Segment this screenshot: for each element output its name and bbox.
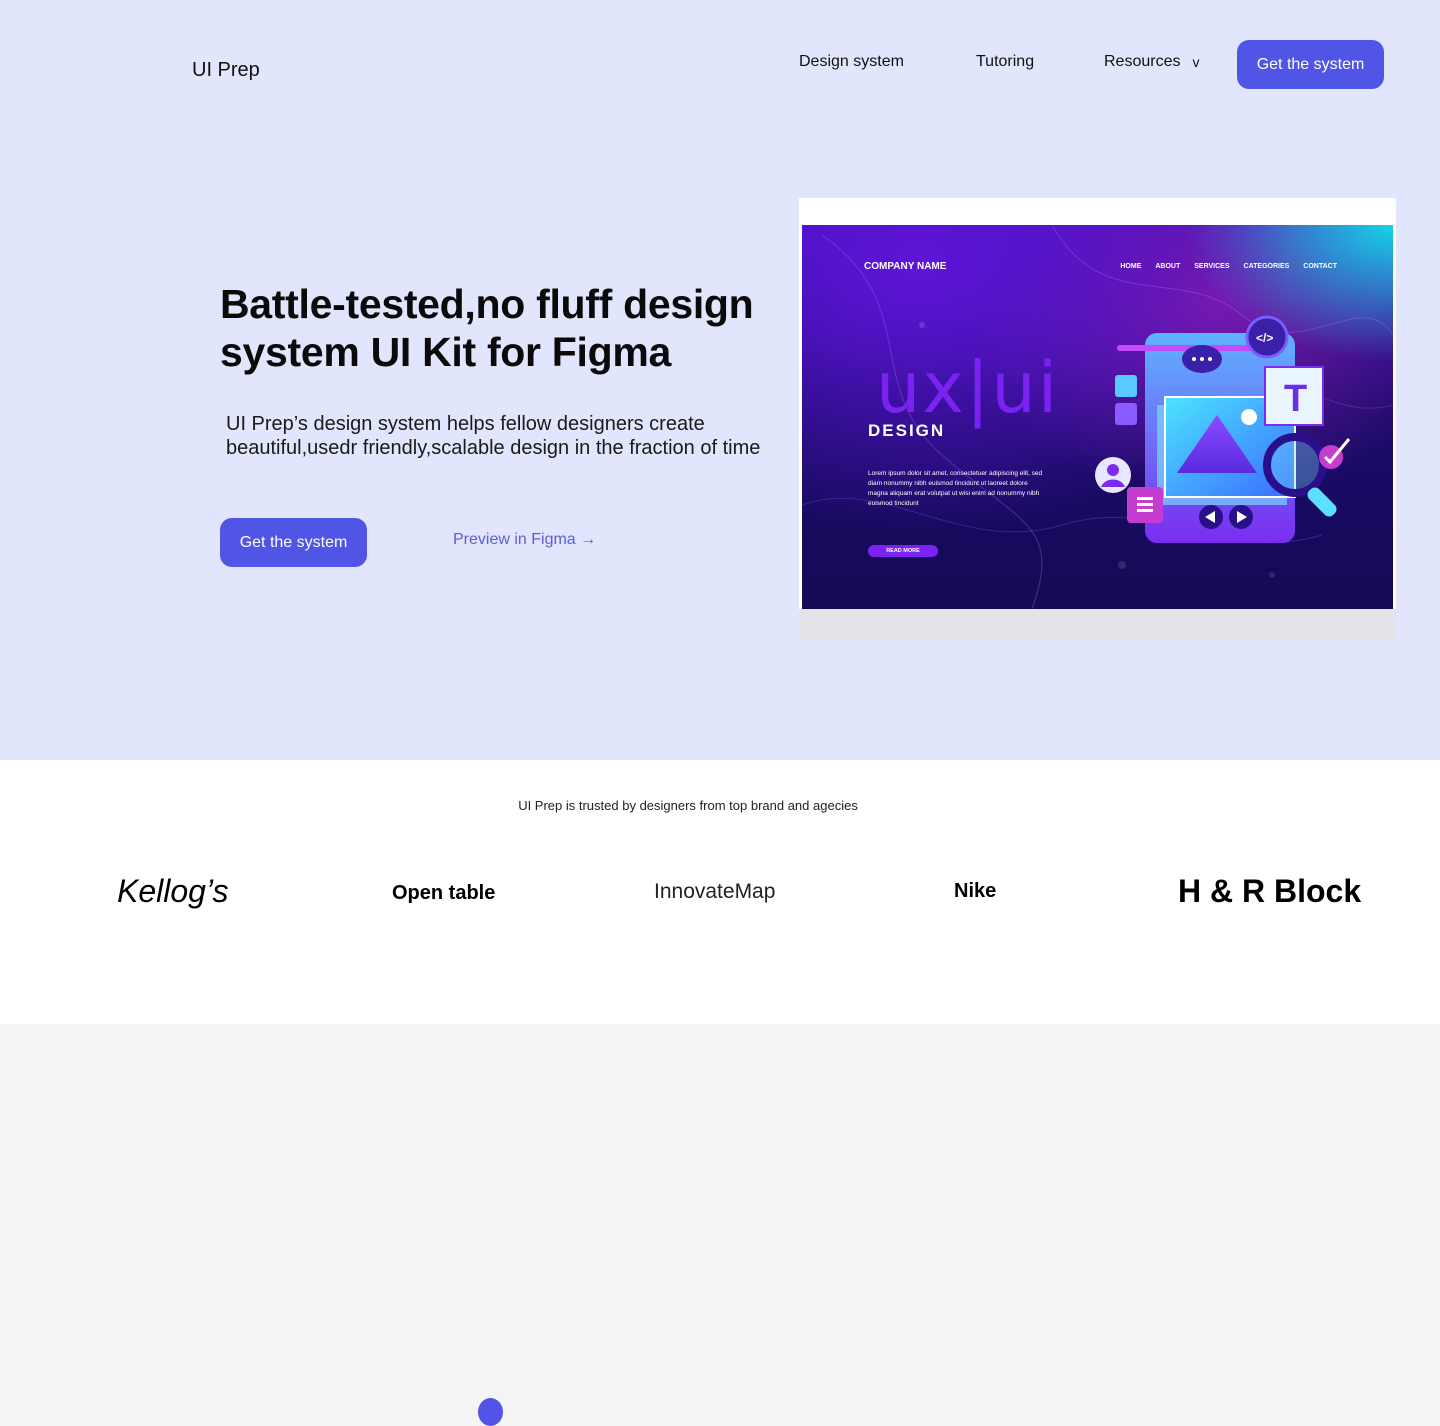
hero-section: UI Prep Design system Tutoring Resources… — [0, 0, 1440, 760]
mockup-shadow — [799, 609, 1396, 639]
mockup-nav-contact: CONTACT — [1303, 263, 1337, 270]
mockup-nav-services: SERVICES — [1194, 263, 1230, 270]
brand-logo-nike: Nike — [954, 880, 997, 902]
scroll-indicator-dot[interactable] — [478, 1398, 503, 1426]
site-logo[interactable]: UI Prep — [192, 59, 260, 82]
chevron-down-icon: v — [1192, 54, 1200, 70]
nav-resources-label: Resources — [1104, 53, 1181, 70]
brand-logo-opentable: Open table — [392, 882, 496, 904]
brand-logo-hr-block: H & R Block — [1178, 873, 1362, 909]
tile-letter: T — [1284, 378, 1307, 420]
brand-logo-kelloggs: Kellog’s — [117, 873, 229, 909]
mockup-nav-categories: CATEGORIES — [1243, 263, 1290, 270]
trusted-by-text: UI Prep is trusted by designers from top… — [518, 798, 858, 813]
hero-subtext: UI Prep’s design system helps fellow des… — [226, 413, 761, 459]
hero-headline: Battle-tested,no fluff design system UI … — [220, 281, 754, 375]
mockup-screen: COMPANY NAME HOME ABOUT SERVICES CATEGOR… — [802, 225, 1393, 609]
hero-get-system-button[interactable]: Get the system — [220, 518, 367, 567]
preview-in-figma-link[interactable]: Preview in Figma → — [453, 531, 596, 549]
mockup-read-more: READ MORE — [868, 545, 938, 557]
nav-link-resources[interactable]: Resources v — [1104, 53, 1199, 71]
mockup-nav: HOME ABOUT SERVICES CATEGORIES CONTACT — [1120, 263, 1337, 270]
header-get-system-button[interactable]: Get the system — [1237, 40, 1384, 89]
trusted-brands-section: UI Prep is trusted by designers from top… — [0, 760, 1440, 1024]
mockup-uxui-text: ux|ui — [876, 347, 1060, 429]
mockup-body-text: Lorem ipsum dolor sit amet, consectetuer… — [868, 470, 1043, 507]
nav-link-design-system[interactable]: Design system — [799, 53, 904, 71]
nav-link-tutoring[interactable]: Tutoring — [976, 53, 1034, 71]
brand-logo-innovatemap: InnovateMap — [654, 880, 776, 903]
mockup-company-name: COMPANY NAME — [864, 261, 947, 272]
hero-mockup-image: COMPANY NAME HOME ABOUT SERVICES CATEGOR… — [799, 198, 1396, 639]
mockup-nav-about: ABOUT — [1155, 263, 1181, 270]
mockup-nav-home: HOME — [1120, 263, 1142, 270]
mockup-illustration: T </> — [1095, 315, 1351, 543]
code-icon: </> — [1256, 331, 1273, 345]
mockup-design-label: DESIGN — [868, 421, 946, 440]
